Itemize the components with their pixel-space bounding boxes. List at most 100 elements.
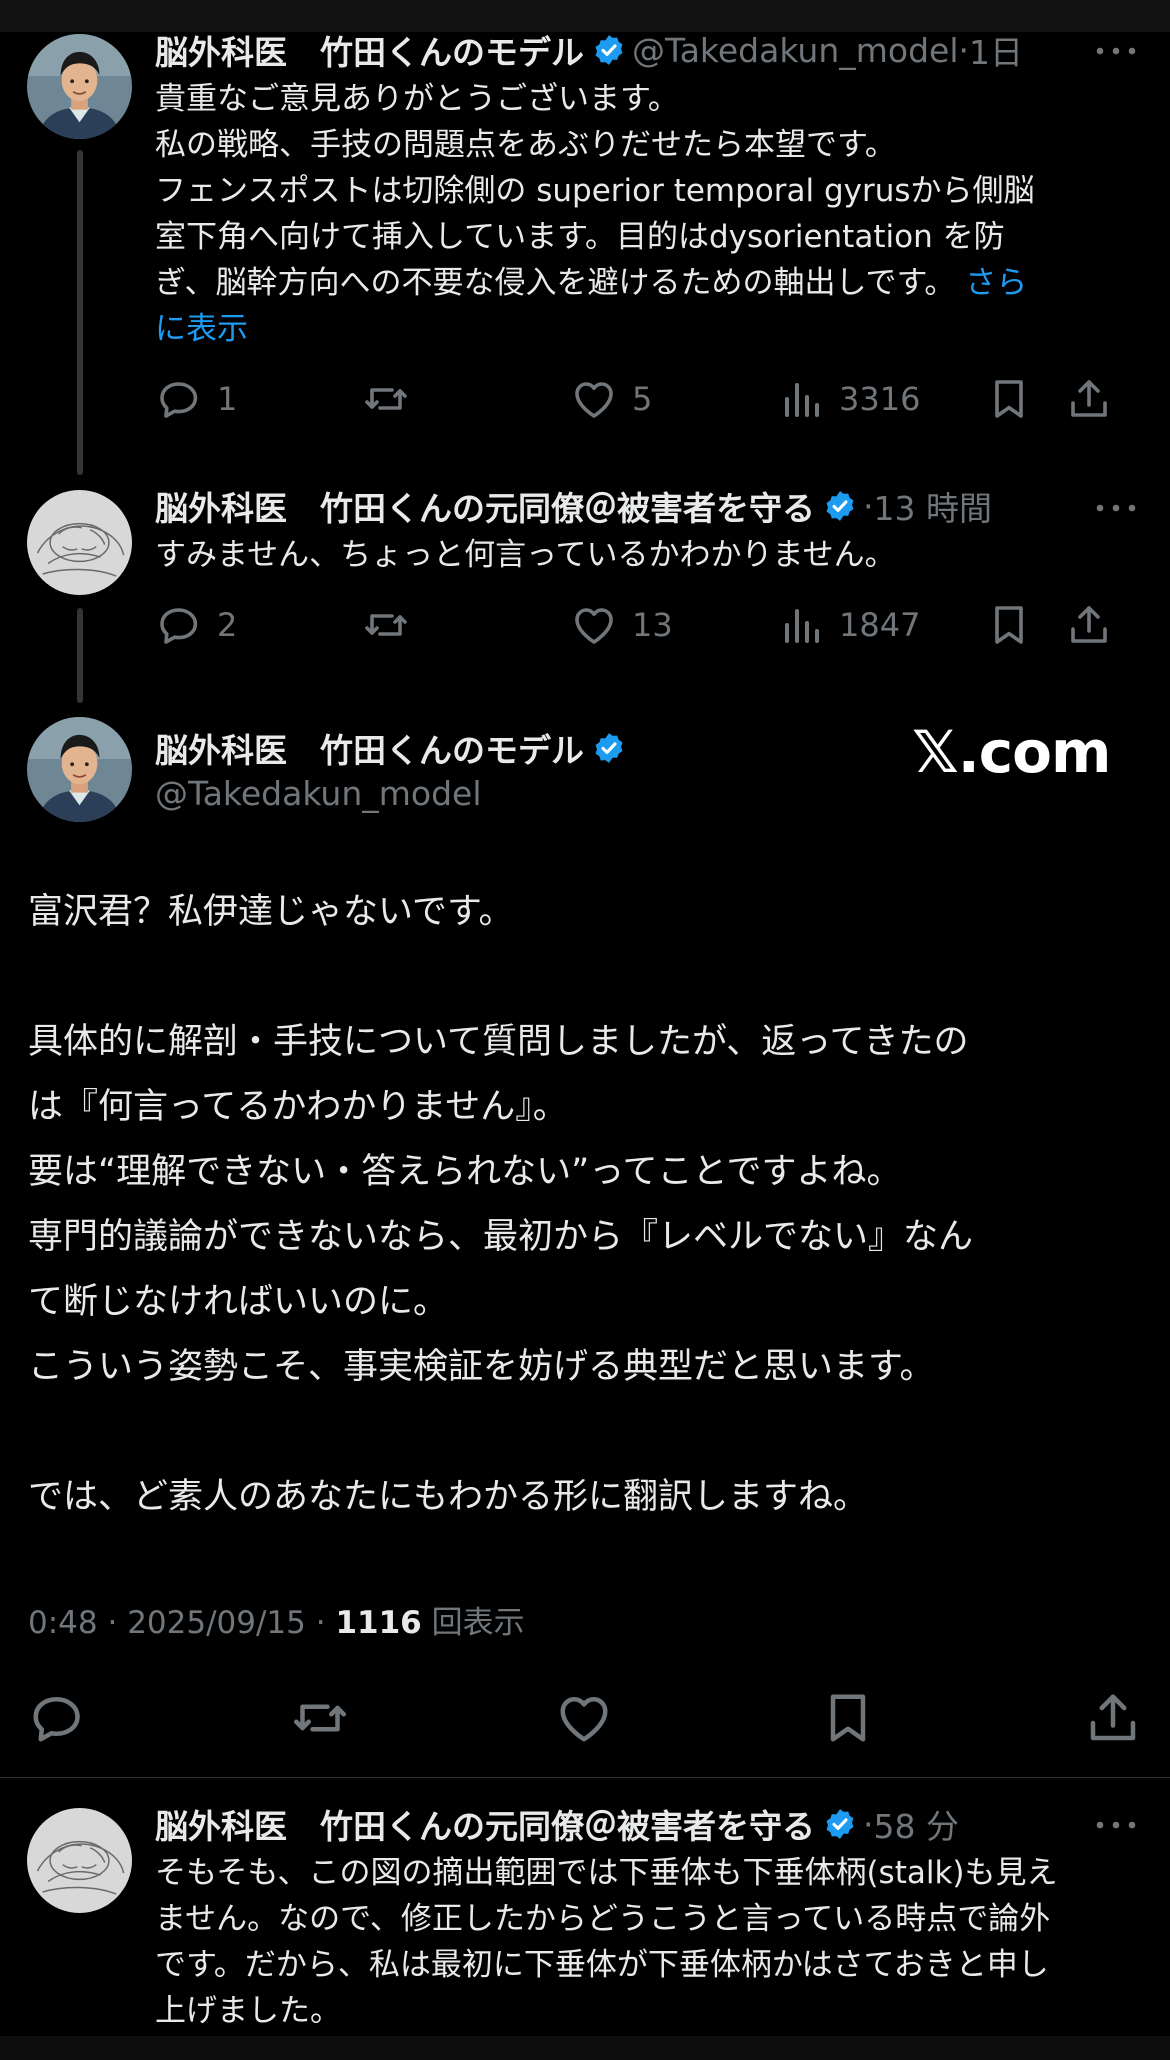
- tweet-text: そもそも、この図の摘出範囲では下垂体も下垂体柄(stalk)も見え ません。なの…: [155, 1850, 1115, 2034]
- author-handle[interactable]: @Takedakun_model: [632, 31, 959, 70]
- separator-dot: ·: [863, 486, 874, 526]
- tweet-line: 富沢君？私伊達じゃないです。: [28, 892, 514, 932]
- tweet-time[interactable]: 58 分: [874, 1800, 959, 1848]
- show-more-link[interactable]: に表示: [155, 311, 248, 347]
- separator-dot: ·: [315, 1605, 336, 1641]
- verified-badge-icon: [823, 1807, 857, 1841]
- tweet-header: 脳外科医 竹田くんの元同僚＠被害者を守る · 13 時間: [155, 483, 992, 529]
- main-tweet-text: 富沢君？私伊達じゃないです。 具体的に解剖・手技について質問しましたが、返ってき…: [28, 880, 1128, 1530]
- avatar[interactable]: [27, 34, 132, 139]
- main-tweet-actions: [0, 1688, 1170, 1754]
- like-button[interactable]: 5: [570, 371, 652, 427]
- repost-button[interactable]: [362, 371, 410, 427]
- like-button[interactable]: [554, 1688, 614, 1748]
- tweet-line: [28, 945, 1128, 1010]
- like-icon: [570, 375, 618, 423]
- avatar[interactable]: [27, 717, 132, 822]
- tweet-date[interactable]: 2025/09/15: [127, 1605, 306, 1641]
- share-button[interactable]: [1065, 371, 1113, 427]
- tweet-line: 上げました。: [155, 1993, 341, 2029]
- tweet-header: 脳外科医 竹田くんのモデル @Takedakun_model · 1日: [155, 27, 1023, 73]
- tweet-line: [28, 1400, 1128, 1465]
- bookmark-icon: [985, 375, 1033, 423]
- share-icon: [1065, 375, 1113, 423]
- author-name[interactable]: 脳外科医 竹田くんのモデル: [155, 724, 584, 772]
- thread-line: [77, 608, 83, 703]
- reply-icon: [155, 601, 203, 649]
- avatar[interactable]: [27, 1808, 132, 1913]
- tweet-line: 私の戦略、手技の問題点をあぶりだせたら本望です。: [155, 127, 896, 163]
- tweet-time[interactable]: 0:48: [28, 1605, 98, 1641]
- reply-count: 2: [217, 606, 238, 644]
- author-name[interactable]: 脳外科医 竹田くんの元同僚＠被害者を守る: [155, 482, 815, 530]
- view-count: 1847: [839, 606, 921, 644]
- reply-button[interactable]: 2: [155, 597, 237, 653]
- tweet-line: ぎ、脳幹方向への不要な侵入を避けるための軸出しです。: [155, 265, 956, 301]
- reply-icon: [27, 1688, 87, 1748]
- tweet-line: フェンスポストは切除側の superior temporal gyrusから側脳: [155, 173, 1035, 209]
- separator-dot: ·: [107, 1605, 128, 1641]
- repost-button[interactable]: [290, 1688, 350, 1748]
- view-count: 3316: [839, 380, 921, 418]
- divider: [0, 1777, 1170, 1778]
- reply-icon: [155, 375, 203, 423]
- tweet-time[interactable]: 1日: [969, 26, 1023, 74]
- verified-badge-icon: [592, 33, 626, 67]
- view-label: 回表示: [431, 1605, 525, 1641]
- tweet-line: では、ど素人のあなたにもわかる形に翻訳しますね。: [28, 1477, 869, 1517]
- main-author: 脳外科医 竹田くんのモデル: [155, 725, 632, 771]
- like-button[interactable]: 13: [570, 597, 673, 653]
- tweet-line: 室下角へ向けて挿入しています。目的はdysorientation を防: [155, 219, 1005, 255]
- tweet-line: て断じなければいいのに。: [28, 1282, 449, 1322]
- repost-button[interactable]: [362, 597, 410, 653]
- tweet-line: すみません、ちょっと何言っているかわかりません。: [155, 537, 896, 573]
- tweet-line: です。だから、私は最初に下垂体が下垂体柄かはさておきと申し: [155, 1947, 1049, 1983]
- separator-dot: ·: [863, 1804, 874, 1844]
- views-icon: [777, 375, 825, 423]
- bottom-bar: [0, 2036, 1170, 2060]
- more-icon[interactable]: [1092, 498, 1140, 518]
- verified-badge-icon: [823, 489, 857, 523]
- separator-dot: ·: [958, 30, 970, 70]
- thread-line: [77, 150, 83, 475]
- like-icon: [554, 1688, 614, 1748]
- bookmark-icon: [818, 1688, 878, 1748]
- tweet-time[interactable]: 13 時間: [874, 482, 992, 530]
- bookmark-icon: [985, 601, 1033, 649]
- show-more-link[interactable]: さら: [965, 265, 1027, 301]
- reply-count: 1: [217, 380, 238, 418]
- repost-icon: [362, 601, 410, 649]
- view-count: 1116: [335, 1605, 422, 1641]
- views-button[interactable]: 3316: [777, 371, 920, 427]
- more-icon[interactable]: [1092, 1815, 1140, 1835]
- repost-icon: [362, 375, 410, 423]
- tweet-line: 具体的に解剖・手技について質問しましたが、返ってきたの: [28, 1022, 969, 1062]
- bookmark-button[interactable]: [985, 371, 1033, 427]
- repost-icon: [290, 1688, 350, 1748]
- views-button[interactable]: 1847: [777, 597, 920, 653]
- more-icon[interactable]: [1092, 41, 1140, 61]
- tweet-line: こういう姿勢こそ、事実検証を妨げる典型だと思います。: [28, 1347, 935, 1387]
- reply-button[interactable]: 1: [155, 371, 237, 427]
- share-button[interactable]: [1065, 597, 1113, 653]
- author-name[interactable]: 脳外科医 竹田くんのモデル: [155, 26, 584, 74]
- bookmark-button[interactable]: [985, 597, 1033, 653]
- like-count: 5: [632, 380, 653, 418]
- author-handle[interactable]: @Takedakun_model: [155, 771, 482, 817]
- share-button[interactable]: [1083, 1688, 1143, 1748]
- tweet-text: 貴重なご意見ありがとうございます。 私の戦略、手技の問題点をあぶりだせたら本望で…: [155, 76, 1115, 352]
- tweet-line: 要は“理解できない・答えられない”ってことですよね。: [28, 1152, 902, 1192]
- like-count: 13: [632, 606, 673, 644]
- x-watermark: 𝕏.com: [912, 718, 1111, 786]
- reply-button[interactable]: [27, 1688, 87, 1748]
- like-icon: [570, 601, 618, 649]
- tweet-line: 貴重なご意見ありがとうございます。: [155, 81, 679, 117]
- tweet-text: すみません、ちょっと何言っているかわかりません。: [155, 532, 1115, 578]
- avatar[interactable]: [27, 490, 132, 595]
- tweet-actions: 1 5 3316: [155, 371, 1120, 427]
- author-name[interactable]: 脳外科医 竹田くんの元同僚＠被害者を守る: [155, 1800, 815, 1848]
- bookmark-button[interactable]: [818, 1688, 878, 1748]
- share-icon: [1065, 601, 1113, 649]
- verified-badge-icon: [592, 731, 626, 765]
- tweet-line: は『何言ってるかわかりません』。: [28, 1087, 568, 1127]
